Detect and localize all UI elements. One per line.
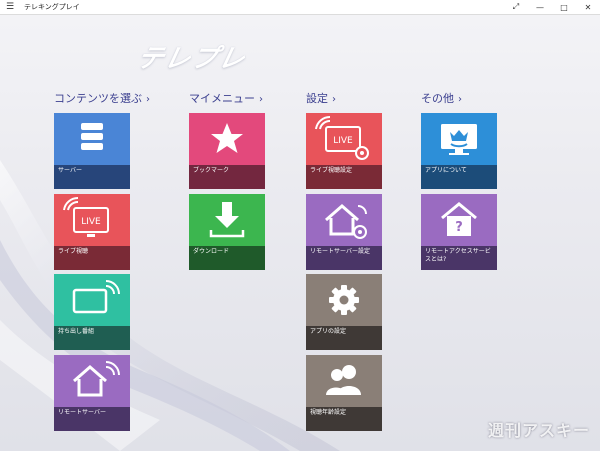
tile-label: リモートサーバー	[58, 409, 106, 416]
section-heading-my-menu[interactable]: マイメニュー ›	[189, 90, 263, 106]
app-info-icon	[441, 124, 477, 155]
tile-label: ブックマーク	[193, 167, 230, 174]
minimize-icon[interactable]: —	[528, 3, 552, 12]
users-icon	[326, 365, 361, 395]
section-my-menu: マイメニュー ›	[189, 90, 263, 106]
tile-age-settings[interactable]: 視聴年齢設定	[306, 355, 382, 431]
resize-icon[interactable]: ⤢	[504, 2, 528, 12]
title-bar: ☰ テレキングプレイ ⤢ — □ ✕	[0, 0, 600, 15]
hamburger-icon[interactable]: ☰	[0, 2, 20, 12]
tile-remote-server[interactable]: リモートサーバー	[54, 355, 130, 431]
tile-label: アプリについて	[425, 167, 467, 174]
tile-label: ライブ視聴	[58, 248, 89, 255]
chevron-right-icon: ›	[332, 94, 336, 105]
tile-label: アプリの設定	[310, 328, 347, 335]
tile-app-settings[interactable]: アプリの設定	[306, 274, 382, 350]
tile-about-app[interactable]: アプリについて	[421, 113, 497, 189]
remote-house-settings-icon	[325, 204, 367, 239]
tile-remote-server-settings[interactable]: リモートサーバー設定	[306, 194, 382, 270]
tile-server[interactable]: サーバー	[54, 113, 130, 189]
section-contents: コンテンツを選ぶ ›	[54, 90, 150, 106]
help-house-icon: ?	[441, 202, 477, 236]
tile-label: 視聴年齢設定	[310, 409, 347, 416]
live-tv-settings-icon: LIVE	[315, 115, 369, 160]
tile-remote-access-info[interactable]: ? リモートアクセスサービスとは?	[421, 194, 497, 270]
section-heading-other[interactable]: その他 ›	[421, 90, 462, 106]
tile-live-viewing[interactable]: LIVE ライブ視聴	[54, 194, 130, 270]
chevron-right-icon: ›	[146, 94, 150, 105]
svg-text:LIVE: LIVE	[333, 136, 353, 146]
remote-house-icon	[73, 361, 120, 397]
tile-download[interactable]: ダウンロード	[189, 194, 265, 270]
live-tv-icon: LIVE	[63, 196, 109, 237]
watermark-logo: 週刊アスキー	[487, 421, 590, 440]
tile-label: ダウンロード	[193, 248, 230, 255]
window-title: テレキングプレイ	[24, 3, 80, 11]
remote-screen-icon	[72, 280, 120, 314]
svg-text:?: ?	[455, 220, 463, 235]
section-other: その他 ›	[421, 90, 462, 106]
app-window: ☰ テレキングプレイ ⤢ — □ ✕ テレプレ コンテンツを選ぶ › マイメニュー…	[0, 0, 600, 451]
tile-label: 持ち出し番組	[58, 328, 95, 335]
maximize-icon[interactable]: □	[552, 3, 576, 12]
tile-label: ライブ視聴設定	[310, 167, 353, 174]
section-settings: 設定 ›	[306, 90, 336, 106]
app-logo: テレプレ	[134, 44, 249, 74]
tile-label: リモートサーバー設定	[310, 248, 370, 255]
star-icon	[211, 123, 243, 153]
section-heading-settings[interactable]: 設定 ›	[306, 90, 336, 106]
chevron-right-icon: ›	[259, 94, 263, 105]
svg-text:LIVE: LIVE	[81, 217, 101, 227]
server-icon	[81, 123, 103, 150]
chevron-right-icon: ›	[458, 94, 462, 105]
tile-label: リモートアクセスサービスとは?	[425, 248, 491, 263]
tile-label: サーバー	[58, 167, 82, 174]
section-heading-contents[interactable]: コンテンツを選ぶ ›	[54, 90, 150, 106]
tile-bookmark[interactable]: ブックマーク	[189, 113, 265, 189]
gear-icon	[329, 285, 359, 315]
download-icon	[209, 202, 245, 238]
close-icon[interactable]: ✕	[576, 3, 600, 12]
tile-takeout-programs[interactable]: 持ち出し番組	[54, 274, 130, 350]
tile-live-settings[interactable]: LIVE ライブ視聴設定	[306, 113, 382, 189]
background-silk-decoration	[0, 160, 340, 451]
